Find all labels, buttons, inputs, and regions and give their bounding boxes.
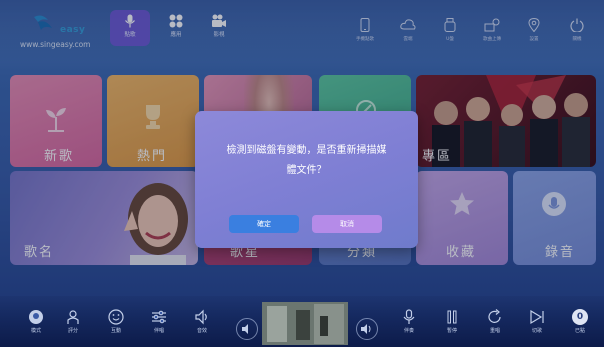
score-button[interactable]: 評分: [58, 309, 88, 334]
dialog-message-line-1: 檢測到磁盤有變動，是否重新掃描媒: [226, 145, 387, 156]
volume-up-button[interactable]: [356, 318, 378, 340]
mic-icon: [403, 309, 415, 324]
sound-effect-button[interactable]: 音效: [187, 309, 217, 334]
replay-button[interactable]: 重唱: [480, 309, 510, 334]
equalizer-icon: [152, 310, 166, 324]
bb-label: 音效: [196, 328, 207, 334]
queue-count-icon: 0: [572, 309, 588, 325]
cancel-button[interactable]: 取消: [312, 215, 382, 233]
confirm-button[interactable]: 確定: [229, 215, 299, 233]
volume-down-icon: [242, 324, 248, 334]
skip-song-button[interactable]: 切歌: [522, 309, 552, 334]
headphone-mode-icon: [29, 310, 43, 324]
bb-label: 伴唱: [153, 328, 164, 334]
mode-button[interactable]: 模式: [21, 309, 51, 334]
bb-label: 已點: [574, 328, 585, 334]
rescan-media-dialog: 檢測到磁盤有變動，是否重新掃描媒 體文件？ 確定 取消: [195, 111, 418, 248]
queue-count: 0: [576, 312, 584, 322]
volume-down-button[interactable]: [236, 318, 258, 340]
interact-button[interactable]: 互動: [101, 309, 131, 334]
volume-up-icon: [361, 324, 371, 334]
bb-label: 暫停: [446, 328, 457, 334]
speaker-icon: [195, 309, 207, 325]
bb-label: 伴奏: [403, 328, 414, 334]
bb-label: 評分: [67, 328, 78, 334]
accompaniment-toggle-button[interactable]: 伴奏: [394, 309, 424, 334]
accompany-button[interactable]: 伴唱: [144, 309, 174, 334]
pause-icon: [447, 310, 457, 324]
smile-icon: [108, 309, 124, 325]
score-icon: [67, 310, 79, 324]
video-preview[interactable]: [262, 302, 348, 345]
skip-icon: [530, 309, 544, 325]
ktv-home-screen: easy www.singeasy.com 點歌 應用 影視 手機點歌 雲端 U…: [0, 0, 604, 347]
video-preview-frame: [262, 302, 348, 345]
bb-label: 模式: [30, 328, 41, 334]
bb-label: 切歌: [531, 328, 542, 334]
pause-button[interactable]: 暫停: [437, 309, 467, 334]
dialog-message: 檢測到磁盤有變動，是否重新掃描媒 體文件？: [195, 141, 418, 181]
replay-icon: [488, 309, 501, 323]
dialog-message-line-2: 體文件？: [286, 165, 327, 176]
bb-label: 重唱: [489, 328, 500, 334]
queued-songs-button[interactable]: 0 已點: [565, 309, 595, 334]
bb-label: 互動: [110, 328, 121, 334]
